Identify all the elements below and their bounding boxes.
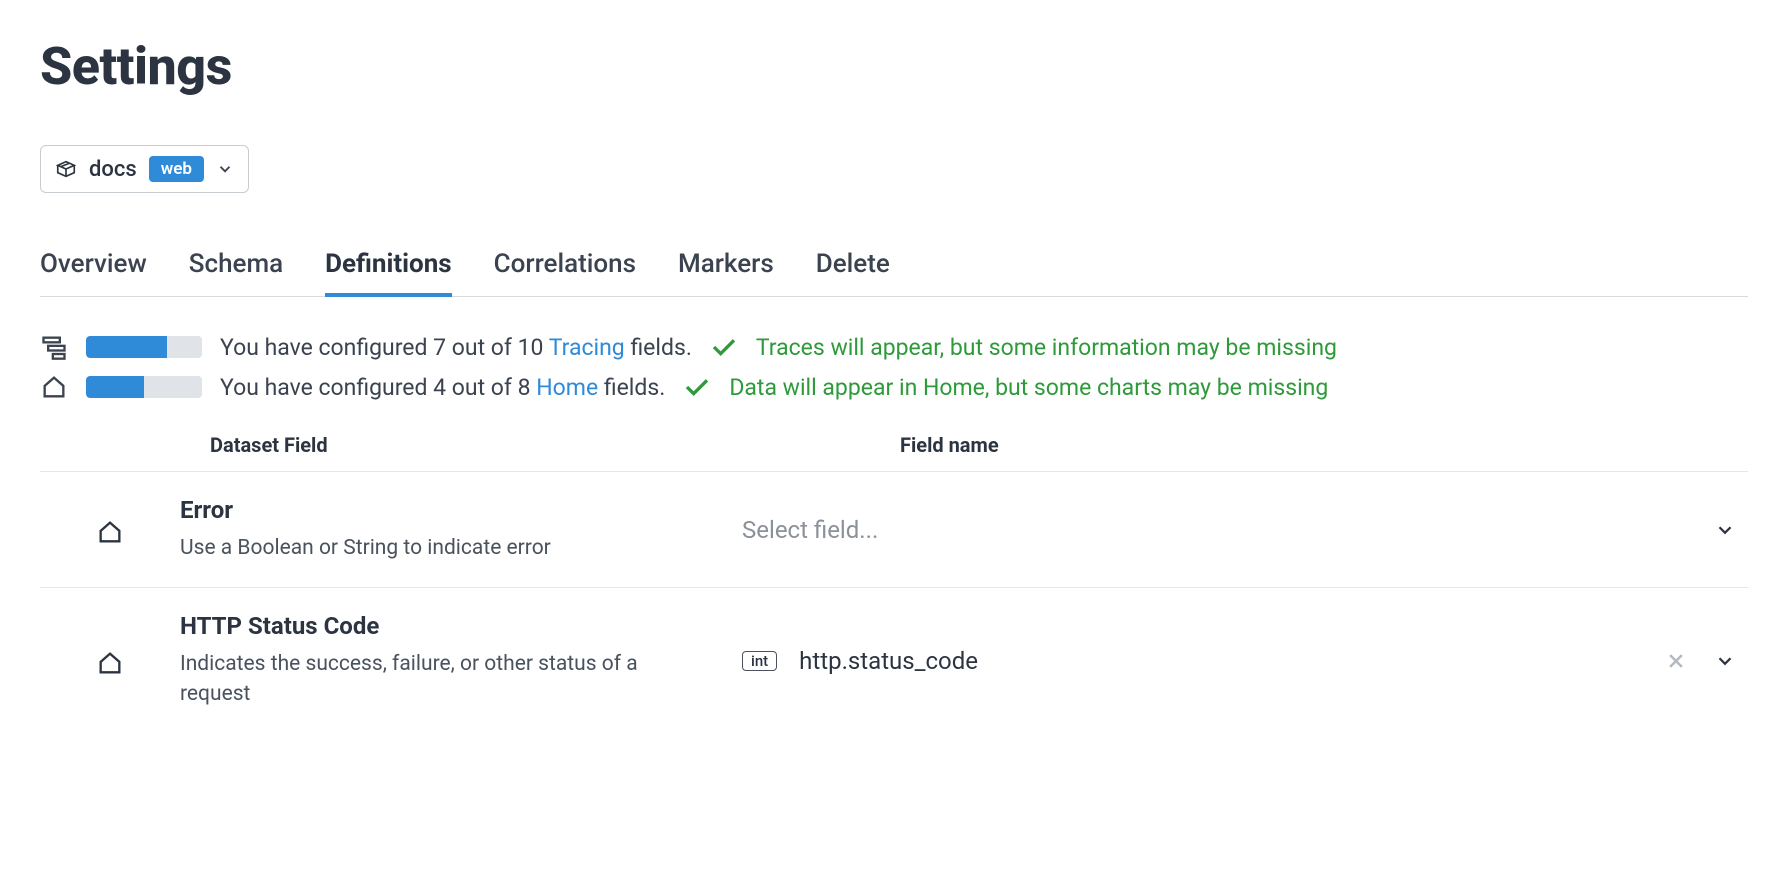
dataset-name: docs [89, 157, 137, 182]
home-ok-text: Data will appear in Home, but some chart… [729, 374, 1328, 401]
tab-markers[interactable]: Markers [678, 241, 774, 296]
tracing-ok-text: Traces will appear, but some information… [756, 334, 1337, 361]
field-select[interactable]: Select field... [720, 516, 1628, 544]
field-select[interactable]: int http.status_code [720, 647, 1628, 675]
tracing-progress [86, 336, 202, 358]
chevron-down-icon[interactable] [1714, 519, 1736, 541]
check-icon [710, 337, 738, 357]
tab-schema[interactable]: Schema [189, 241, 283, 296]
row-title: Error [180, 496, 720, 524]
home-suffix: fields. [598, 374, 665, 401]
definitions-table: Dataset Field Field name Error Use a Boo… [40, 425, 1748, 733]
tracing-suffix: fields. [625, 334, 692, 361]
type-badge: int [742, 651, 777, 671]
tracing-status-text: You have configured 7 out of 10 Tracing … [220, 334, 692, 361]
tab-definitions[interactable]: Definitions [325, 241, 452, 297]
dataset-badge: web [149, 156, 204, 182]
home-icon [40, 373, 68, 401]
tab-overview[interactable]: Overview [40, 241, 147, 296]
dataset-icon [55, 158, 77, 180]
row-desc: Use a Boolean or String to indicate erro… [180, 534, 640, 563]
tracing-prefix: You have configured 7 out of 10 [220, 334, 549, 361]
status-row-tracing: You have configured 7 out of 10 Tracing … [40, 333, 1748, 361]
home-status-text: You have configured 4 out of 8 Home fiel… [220, 374, 665, 401]
table-row: Error Use a Boolean or String to indicat… [40, 472, 1748, 588]
field-placeholder: Select field... [742, 516, 878, 544]
home-icon [96, 518, 124, 546]
status-block: You have configured 7 out of 10 Tracing … [40, 333, 1748, 401]
home-icon [96, 649, 124, 677]
home-progress [86, 376, 202, 398]
check-icon [683, 377, 711, 397]
row-title: HTTP Status Code [180, 612, 720, 640]
chevron-down-icon [216, 160, 234, 178]
chevron-down-icon[interactable] [1714, 650, 1736, 672]
tab-correlations[interactable]: Correlations [494, 241, 636, 296]
home-progress-fill [86, 376, 144, 398]
dataset-selector[interactable]: docs web [40, 145, 249, 193]
home-prefix: You have configured 4 out of 8 [220, 374, 536, 401]
tab-delete[interactable]: Delete [816, 241, 890, 296]
row-desc: Indicates the success, failure, or other… [180, 650, 640, 709]
field-value: http.status_code [799, 647, 978, 675]
table-header: Dataset Field Field name [40, 425, 1748, 472]
header-field-name: Field name [720, 433, 1628, 457]
tracing-link[interactable]: Tracing [549, 334, 625, 361]
clear-icon[interactable] [1666, 651, 1686, 671]
table-row: HTTP Status Code Indicates the success, … [40, 588, 1748, 733]
status-row-home: You have configured 4 out of 8 Home fiel… [40, 373, 1748, 401]
tracing-progress-fill [86, 336, 167, 358]
trace-icon [40, 333, 68, 361]
page-title: Settings [40, 36, 1748, 97]
home-link[interactable]: Home [536, 374, 598, 401]
tabs: Overview Schema Definitions Correlations… [40, 241, 1748, 297]
header-dataset-field: Dataset Field [180, 433, 720, 457]
